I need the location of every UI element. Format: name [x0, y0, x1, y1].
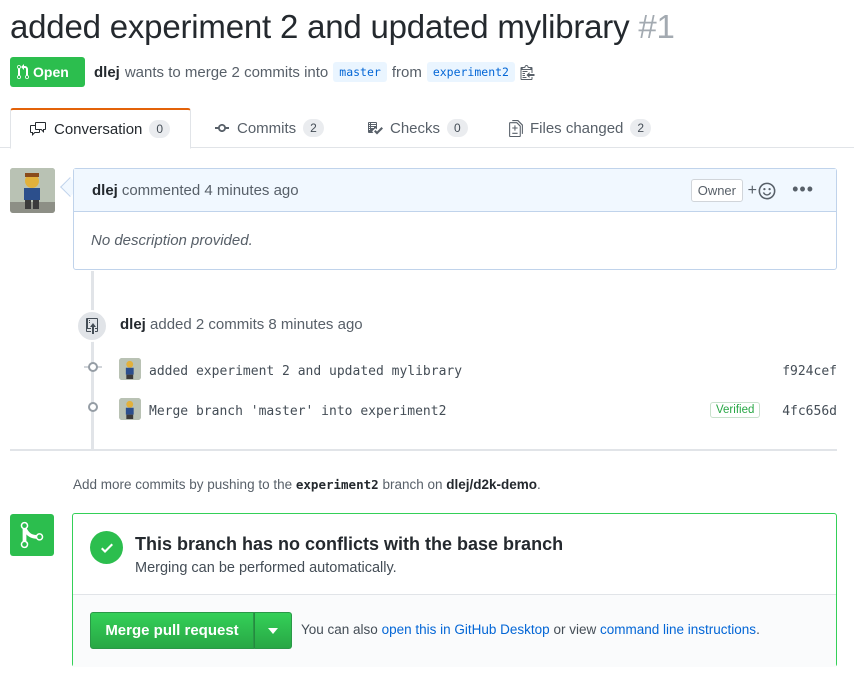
tab-checks[interactable]: Checks 0 — [353, 108, 482, 148]
comment-timestamp[interactable]: commented 4 minutes ago — [122, 182, 299, 199]
commit-message[interactable]: Merge branch 'master' into experiment2 — [149, 404, 446, 419]
tab-checks-label: Checks — [390, 119, 441, 137]
clipboard-icon[interactable] — [520, 64, 535, 80]
commit-sha[interactable]: 4fc656d — [782, 404, 837, 419]
pr-title-text: added experiment 2 and updated mylibrary — [10, 8, 630, 45]
tab-checks-count: 0 — [447, 119, 468, 137]
avatar-image — [10, 168, 55, 213]
tab-commits-label: Commits — [237, 119, 297, 137]
pr-title: added experiment 2 and updated mylibrary… — [10, 8, 675, 46]
tab-conversation-count: 0 — [149, 120, 171, 138]
commit-dot-icon — [88, 362, 98, 372]
tab-commits-count: 2 — [303, 119, 324, 137]
tab-files-changed-label: Files changed — [530, 119, 624, 137]
repo-push-icon — [76, 310, 108, 342]
merge-note: You can also open this in GitHub Desktop… — [301, 622, 760, 637]
hint-branch: experiment2 — [295, 477, 379, 492]
hint-repo: dlej/d2k-demo — [446, 477, 538, 492]
owner-badge: Owner — [690, 179, 743, 202]
commit-dot-icon — [88, 402, 98, 412]
add-reaction-button[interactable]: + — [748, 182, 776, 200]
hint-suffix: . — [537, 477, 541, 492]
pr-meta-text: wants to merge 2 commits into — [124, 63, 329, 81]
event-actor[interactable]: dlej — [120, 316, 146, 333]
git-pull-request-icon — [17, 64, 29, 80]
pr-number: #1 — [638, 8, 675, 45]
git-commit-icon — [215, 124, 229, 132]
comment-author[interactable]: dlej — [92, 182, 118, 199]
comment-body: No description provided. — [91, 232, 253, 249]
head-branch[interactable]: experiment2 — [426, 62, 515, 82]
commit-message[interactable]: added experiment 2 and updated mylibrary — [149, 364, 462, 379]
merge-note-suffix: . — [756, 622, 760, 637]
file-diff-icon — [509, 119, 523, 137]
triangle-down-icon — [268, 627, 278, 634]
commit-avatar[interactable] — [119, 398, 141, 420]
hint-prefix: Add more commits by pushing to the — [73, 477, 293, 492]
check-icon — [90, 531, 123, 564]
pr-meta: dlej wants to merge 2 commits into maste… — [94, 62, 535, 82]
hint-mid: branch on — [382, 477, 443, 492]
kebab-icon[interactable]: ••• — [792, 180, 814, 198]
command-line-instructions-link[interactable]: command line instructions — [600, 622, 756, 637]
merge-status: This branch has no conflicts with the ba… — [73, 514, 836, 595]
merge-note-mid: or view — [553, 622, 597, 637]
merge-actions: Merge pull request You can also open thi… — [73, 595, 836, 667]
push-hint: Add more commits by pushing to the exper… — [73, 477, 541, 492]
tab-files-changed-count: 2 — [630, 119, 652, 137]
tab-commits[interactable]: Commits 2 — [200, 108, 338, 148]
merge-options-button[interactable] — [254, 612, 292, 649]
pr-state-label: Open — [33, 64, 69, 80]
open-in-desktop-link[interactable]: open this in GitHub Desktop — [382, 622, 550, 637]
git-merge-icon — [10, 514, 54, 556]
verified-badge[interactable]: Verified — [710, 402, 761, 418]
timeline-separator — [10, 449, 837, 451]
commit-sha[interactable]: f924cef — [782, 364, 837, 379]
base-branch[interactable]: master — [333, 62, 387, 82]
smiley-icon — [758, 182, 776, 200]
merge-heading: This branch has no conflicts with the ba… — [135, 534, 564, 554]
comment: dlej commented 4 minutes ago Owner + •••… — [73, 168, 837, 270]
tab-conversation[interactable]: Conversation 0 — [10, 108, 191, 149]
merge-subtext: Merging can be performed automatically. — [135, 560, 397, 576]
pr-author[interactable]: dlej — [94, 64, 120, 81]
commit-row: added experiment 2 and updated mylibrary… — [84, 358, 837, 382]
merge-box: This branch has no conflicts with the ba… — [72, 513, 837, 667]
commits-event: dlej added 2 commits 8 minutes ago — [120, 316, 363, 333]
merge-note-prefix: You can also — [301, 622, 378, 637]
plus-icon: + — [747, 182, 757, 199]
pr-meta-from: from — [391, 63, 422, 81]
merge-pull-request-button[interactable]: Merge pull request — [90, 612, 254, 649]
comment-discussion-icon — [30, 122, 46, 136]
tab-conversation-label: Conversation — [54, 120, 143, 138]
commit-avatar[interactable] — [119, 358, 141, 380]
avatar[interactable] — [10, 168, 55, 213]
comment-header: dlej commented 4 minutes ago Owner + ••• — [74, 169, 836, 212]
event-text: added 2 commits 8 minutes ago — [150, 316, 363, 333]
pr-state-badge: Open — [10, 57, 85, 87]
checklist-icon — [368, 122, 383, 135]
tab-files-changed[interactable]: Files changed 2 — [495, 108, 665, 148]
